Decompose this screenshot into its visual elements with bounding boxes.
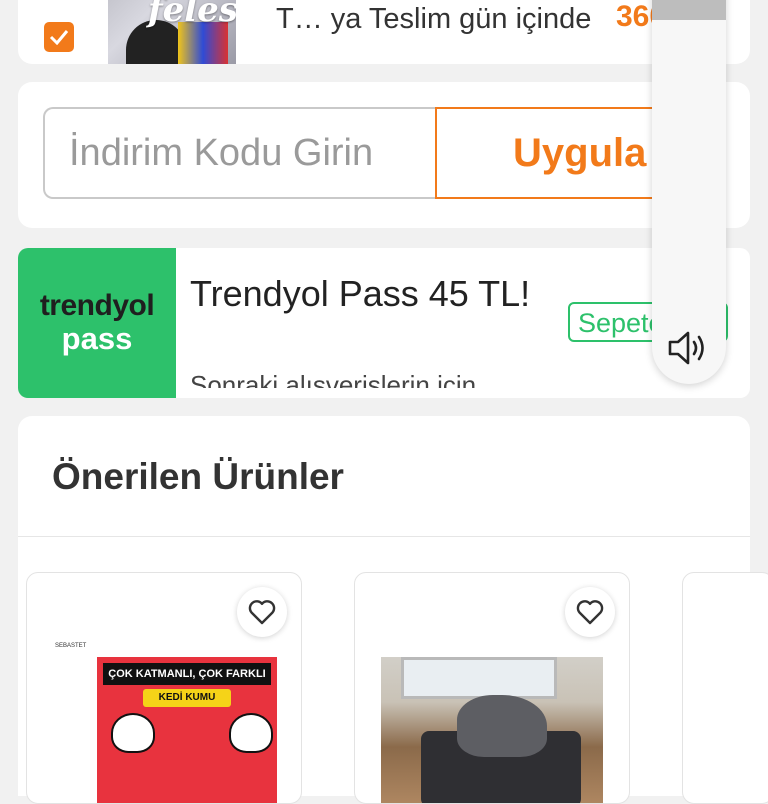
product-image: SEBASTET ÇOK KATMANLI, ÇOK FARKLI KEDİ K… xyxy=(55,643,277,803)
volume-level-fill xyxy=(652,0,726,20)
product-image xyxy=(381,657,603,803)
heart-icon xyxy=(248,600,276,625)
product-card[interactable]: SEBASTET ÇOK KATMANLI, ÇOK FARKLI KEDİ K… xyxy=(26,572,302,804)
cart-product-image[interactable]: feles xyxy=(108,0,236,64)
logo-line-1: trendyol xyxy=(39,289,155,322)
product-card[interactable] xyxy=(354,572,630,804)
product-card[interactable] xyxy=(682,572,768,804)
trendyol-pass-logo: trendyol pass xyxy=(18,248,176,398)
coupon-card: Uygula xyxy=(18,82,750,228)
cart-item: feles T… ya Teslim gün içinde 360 − 2 + xyxy=(18,0,750,64)
photo-window xyxy=(401,657,557,699)
photo-cat xyxy=(457,695,547,757)
heart-icon xyxy=(576,600,604,625)
product-brand-text: feles xyxy=(148,0,236,30)
product-image-band-text: ÇOK KATMANLI, ÇOK FARKLI xyxy=(103,663,271,685)
trendyol-pass-banner[interactable]: trendyol pass Trendyol Pass 45 TL! Sonra… xyxy=(18,248,750,398)
pass-title: Trendyol Pass 45 TL! xyxy=(190,273,531,314)
pass-subtitle: Sonraki alışverişlerin için xyxy=(190,370,477,388)
logo-line-2: pass xyxy=(61,321,133,356)
volume-button[interactable] xyxy=(652,312,726,384)
product-image-tag-text: KEDİ KUMU xyxy=(143,689,231,707)
divider xyxy=(18,536,750,537)
favorite-button[interactable] xyxy=(237,587,287,637)
checkmark-icon xyxy=(49,30,69,45)
cat-illustration xyxy=(111,713,155,753)
cat-illustration xyxy=(229,713,273,753)
cart-item-checkbox[interactable] xyxy=(44,22,74,52)
product-image-side-text: SEBASTET xyxy=(55,643,87,649)
volume-slider[interactable] xyxy=(652,0,726,384)
recommended-products-section: Önerilen Ürünler SEBASTET ÇOK KATMANLI, … xyxy=(18,416,768,804)
favorite-button[interactable] xyxy=(565,587,615,637)
section-title: Önerilen Ürünler xyxy=(52,456,344,497)
speaker-icon xyxy=(668,331,704,365)
coupon-code-input[interactable] xyxy=(43,107,435,199)
